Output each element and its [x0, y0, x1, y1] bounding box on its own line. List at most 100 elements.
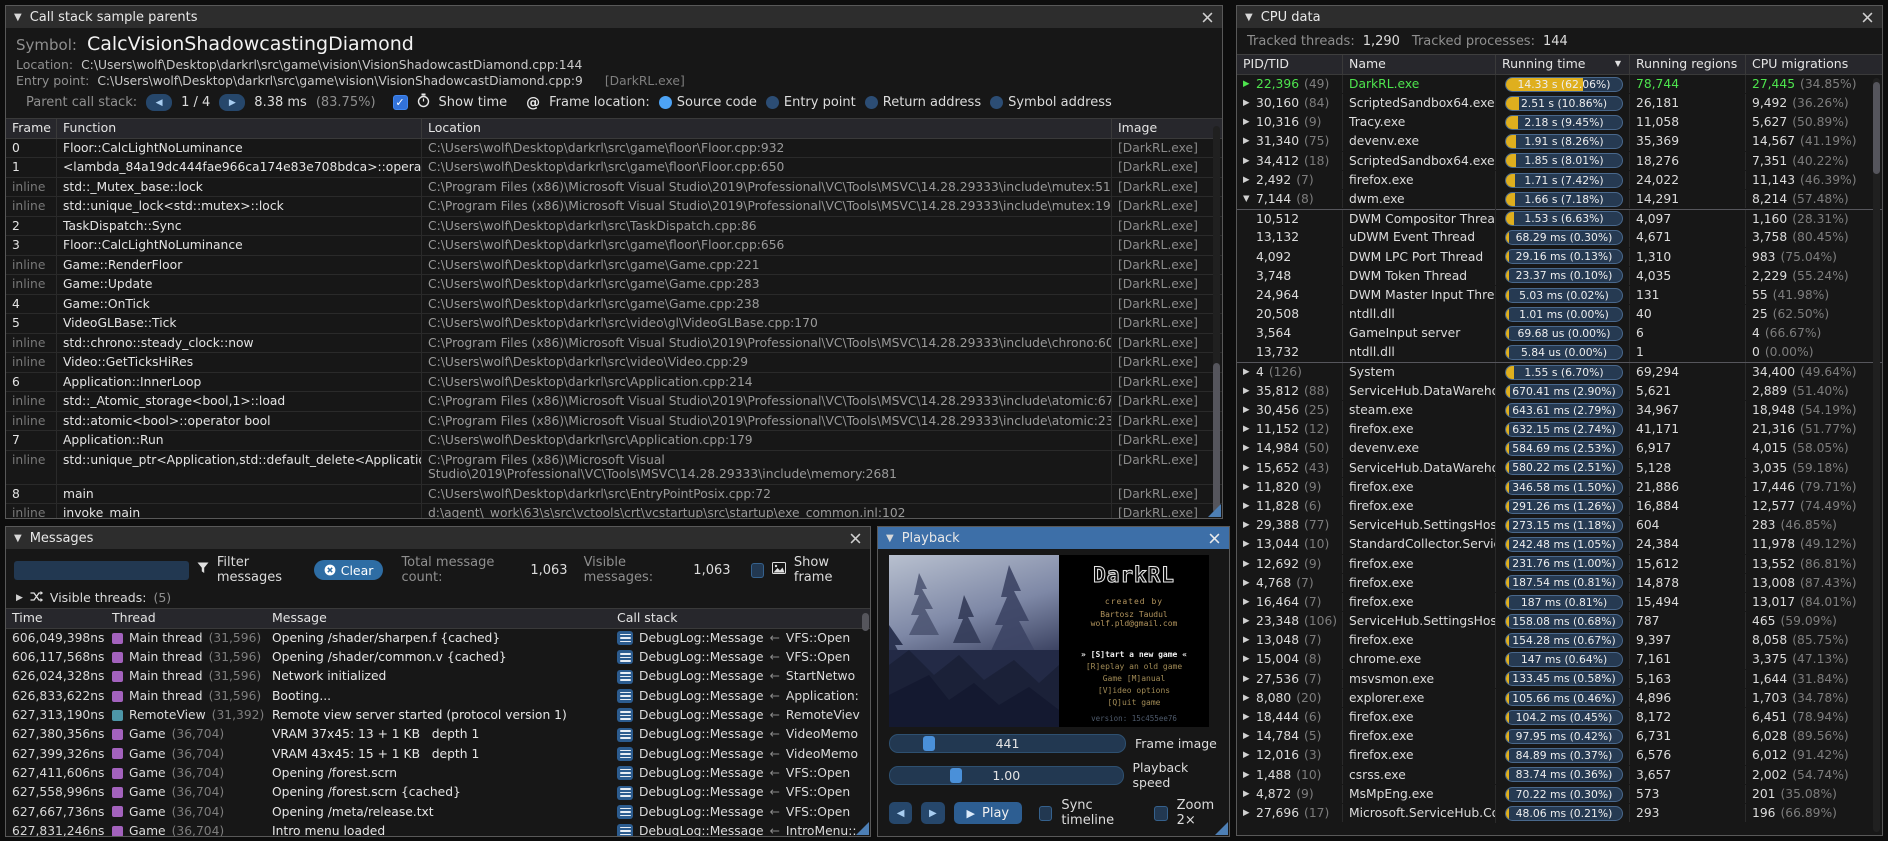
message-row[interactable]: 627,399,326nsGame(36,704)VRAM 43x45: 15 … [6, 744, 870, 763]
callstack-table-row[interactable]: inlinestd::chrono::steady_clock::nowC:\P… [6, 334, 1222, 354]
next-callstack-button[interactable]: ▶ [219, 94, 245, 111]
filter-input[interactable] [14, 561, 189, 580]
scrollbar-thumb[interactable] [1213, 363, 1220, 513]
show-frame-checkbox[interactable] [751, 563, 764, 578]
collapse-icon[interactable]: ▼ [1243, 192, 1256, 207]
message-row[interactable]: 627,831,246nsGame(36,704)Intro menu load… [6, 821, 870, 837]
radio-entry-point[interactable]: Entry point [766, 95, 856, 110]
radio-return-address[interactable]: Return address [865, 95, 981, 110]
callstack-table-row[interactable]: 0Floor::CalcLightNoLuminanceC:\Users\wol… [6, 139, 1222, 159]
callstack-table-row[interactable]: inlineGame::RenderFloorC:\Users\wolf\Des… [6, 256, 1222, 276]
cpu-table-row[interactable]: ▶8,080(20)explorer.exe105.66 ms (0.46%)4… [1237, 689, 1882, 708]
column-header-name[interactable]: Name [1342, 55, 1495, 74]
cpu-table-row[interactable]: ▶4,872(9)MsMpEng.exe70.22 ms (0.30%)5732… [1237, 784, 1882, 803]
vertical-scrollbar[interactable] [1213, 126, 1220, 515]
cpu-table-row[interactable]: ▶4(126)System1.55 s (6.70%)69,29434,400(… [1237, 362, 1882, 381]
expand-icon[interactable]: ▶ [1243, 729, 1256, 744]
expand-icon[interactable]: ▶ [1243, 518, 1256, 533]
cpu-table-row[interactable]: ▶27,536(7)msvsmon.exe133.45 ms (0.58%)5,… [1237, 669, 1882, 688]
close-icon[interactable] [1207, 531, 1221, 545]
expand-icon[interactable]: ▶ [1243, 77, 1256, 92]
collapse-icon[interactable]: ▼ [14, 12, 22, 23]
collapse-icon[interactable]: ▼ [886, 533, 894, 544]
expand-icon[interactable]: ▶ [1243, 134, 1256, 149]
cpu-table-row[interactable]: ▼7,144(8)dwm.exe1.66 s (7.18%)14,2918,21… [1237, 190, 1882, 209]
callstack-table-row[interactable]: 4Game::OnTickC:\Users\wolf\Desktop\darkr… [6, 295, 1222, 315]
radio-symbol-address[interactable]: Symbol address [990, 95, 1112, 110]
resize-grip[interactable] [856, 822, 869, 835]
callstack-table-row[interactable]: 2TaskDispatch::SyncC:\Users\wolf\Desktop… [6, 217, 1222, 237]
column-header-frame[interactable]: Frame [6, 119, 56, 138]
message-row[interactable]: 627,667,736nsGame(36,704)Opening /meta/r… [6, 802, 870, 821]
expand-icon[interactable]: ▶ [1243, 633, 1256, 648]
cpu-table-row[interactable]: ▶30,456(25)steam.exe643.61 ms (2.79%)34,… [1237, 401, 1882, 420]
callstack-table-row[interactable]: inlinestd::_Mutex_base::lockC:\Program F… [6, 178, 1222, 198]
cpu-table-row[interactable]: ▶15,652(43)ServiceHub.DataWarehou580.22 … [1237, 458, 1882, 477]
column-header-time[interactable]: Time [6, 609, 106, 628]
cpu-table-row[interactable]: ▶23,348(106)ServiceHub.SettingsHost158.0… [1237, 612, 1882, 631]
expand-icon[interactable]: ▶ [1243, 441, 1256, 456]
cpu-table-row[interactable]: 4,092DWM LPC Port Thread29.16 ms (0.13%)… [1237, 247, 1882, 266]
cpu-table-row[interactable]: 20,508ntdll.dll1.01 ms (0.00%)4025(62.50… [1237, 305, 1882, 324]
close-icon[interactable] [848, 531, 862, 545]
cpu-table-row[interactable]: ▶29,388(77)ServiceHub.SettingsHost273.15… [1237, 516, 1882, 535]
cpu-table-row[interactable]: ▶12,692(9)firefox.exe231.76 ms (1.00%)15… [1237, 554, 1882, 573]
expand-icon[interactable]: ▶ [1243, 154, 1256, 169]
callstack-table-row[interactable]: inlineVideo::GetTicksHiResC:\Users\wolf\… [6, 353, 1222, 373]
radio-icon[interactable] [659, 96, 672, 109]
cpu-table-row[interactable]: ▶27,696(17)Microsoft.ServiceHub.Co48.06 … [1237, 804, 1882, 823]
message-row[interactable]: 627,558,996nsGame(36,704)Opening /forest… [6, 783, 870, 802]
expand-icon[interactable]: ▶ [1243, 672, 1256, 687]
expand-icon[interactable]: ▶ [1243, 480, 1256, 495]
expand-icon[interactable]: ▶ [1243, 537, 1256, 552]
play-button[interactable]: ▶ Play [954, 802, 1023, 824]
collapse-icon[interactable]: ▼ [1245, 12, 1253, 23]
callstack-list-icon[interactable] [617, 786, 633, 800]
cpu-table-row[interactable]: ▶18,444(6)firefox.exe104.2 ms (0.45%)8,1… [1237, 708, 1882, 727]
callstack-list-icon[interactable] [617, 708, 633, 722]
callstack-list-icon[interactable] [617, 689, 633, 703]
expand-icon[interactable]: ▶ [1243, 173, 1256, 188]
message-row[interactable]: 606,049,398nsMain thread(31,596)Opening … [6, 629, 870, 648]
expand-icon[interactable]: ▶ [1243, 96, 1256, 111]
column-header-location[interactable]: Location [421, 119, 1111, 138]
expand-icon[interactable]: ▶ [1243, 403, 1256, 418]
show-time-checkbox[interactable]: ✓ [393, 95, 408, 110]
cpu-table-row[interactable]: ▶14,784(5)firefox.exe97.95 ms (0.42%)6,7… [1237, 727, 1882, 746]
callstack-list-icon[interactable] [617, 670, 633, 684]
cpu-titlebar[interactable]: ▼ CPU data [1237, 6, 1882, 28]
expand-icon[interactable]: ▶ [1243, 806, 1256, 821]
collapse-icon[interactable]: ▼ [14, 533, 22, 544]
callstack-list-icon[interactable] [617, 766, 633, 780]
callstack-table-row[interactable]: 5VideoGLBase::TickC:\Users\wolf\Desktop\… [6, 314, 1222, 334]
scrollbar-thumb[interactable] [1873, 82, 1880, 174]
callstack-table-row[interactable]: inlineGame::UpdateC:\Users\wolf\Desktop\… [6, 275, 1222, 295]
expand-icon[interactable]: ▶ [1243, 787, 1256, 802]
cpu-table-row[interactable]: ▶35,812(88)ServiceHub.DataWarehou670.41 … [1237, 382, 1882, 401]
message-row[interactable]: 627,411,606nsGame(36,704)Opening /forest… [6, 764, 870, 783]
radio-icon[interactable] [990, 96, 1003, 109]
prev-frame-button[interactable]: ◀ [889, 802, 912, 824]
expand-icon[interactable]: ▶ [1243, 499, 1256, 514]
close-icon[interactable] [1860, 10, 1874, 24]
expand-icon[interactable]: ▶ [1243, 595, 1256, 610]
cpu-table-row[interactable]: ▶1,488(10)csrss.exe83.74 ms (0.36%)3,657… [1237, 765, 1882, 784]
callstack-table-row[interactable]: 1<lambda_84a19dc444fae966ca174e83e708bdc… [6, 158, 1222, 178]
callstack-list-icon[interactable] [617, 631, 633, 645]
playback-titlebar[interactable]: ▼ Playback [878, 527, 1229, 549]
message-row[interactable]: 627,313,190nsRemoteView(31,392)Remote vi… [6, 706, 870, 725]
cpu-table-row[interactable]: ▶4,768(7)firefox.exe187.54 ms (0.81%)14,… [1237, 573, 1882, 592]
expand-icon[interactable]: ▶ [1243, 557, 1256, 572]
callstack-list-icon[interactable] [617, 728, 633, 742]
cpu-table-row[interactable]: ▶31,340(75)devenv.exe1.91 s (8.26%)35,36… [1237, 132, 1882, 151]
sync-timeline-checkbox[interactable] [1039, 806, 1052, 821]
expand-icon[interactable]: ▶ [1243, 652, 1256, 667]
cpu-table-row[interactable]: ▶14,984(50)devenv.exe584.69 ms (2.53%)6,… [1237, 439, 1882, 458]
cpu-table-row[interactable]: ▶15,004(8)chrome.exe147 ms (0.64%)7,1613… [1237, 650, 1882, 669]
prev-callstack-button[interactable]: ◀ [146, 94, 172, 111]
expand-icon[interactable]: ▶ [1243, 614, 1256, 629]
expand-icon[interactable]: ▶ [1243, 384, 1256, 399]
cpu-table-row[interactable]: ▶22,396(49)DarkRL.exe14.33 s (62.06%)78,… [1237, 75, 1882, 94]
cpu-table-row[interactable]: ▶11,152(12)firefox.exe632.15 ms (2.74%)4… [1237, 420, 1882, 439]
callstack-titlebar[interactable]: ▼ Call stack sample parents [6, 6, 1222, 28]
